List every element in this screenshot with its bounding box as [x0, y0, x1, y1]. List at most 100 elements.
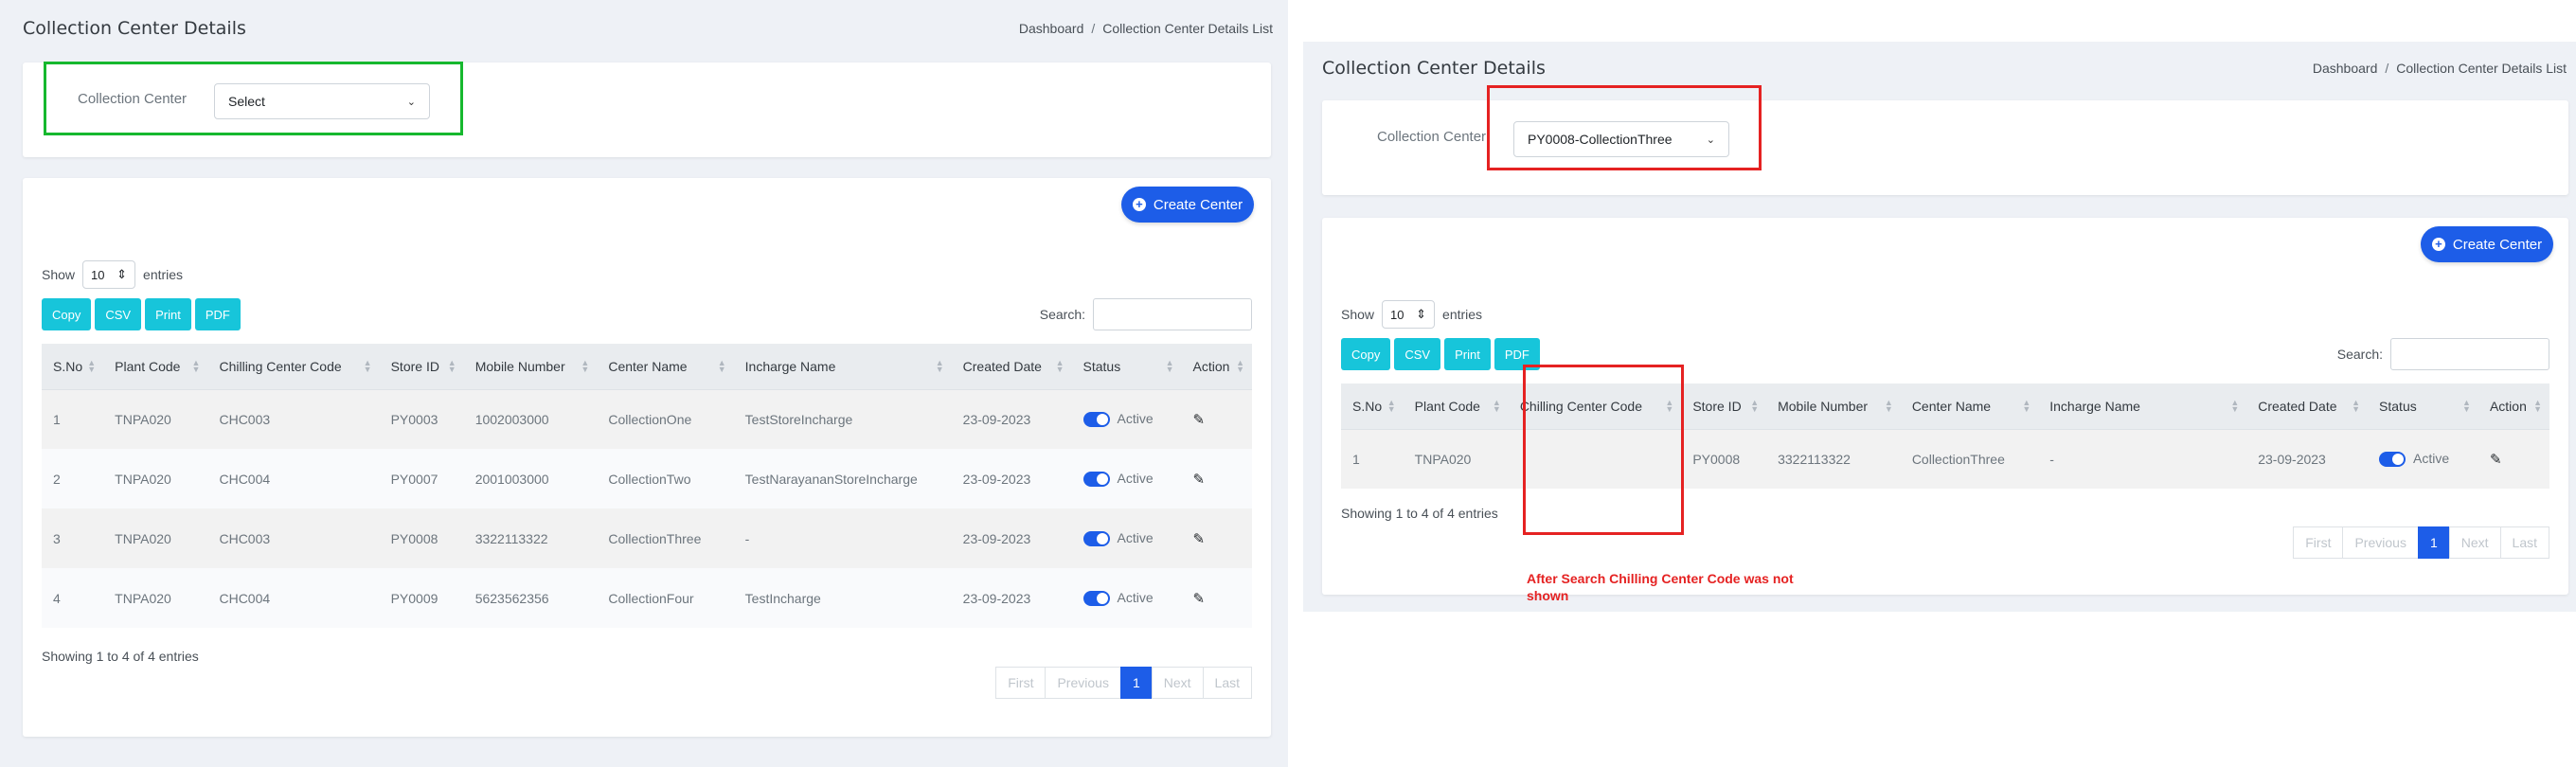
cell-action: ✎ [1181, 568, 1252, 628]
breadcrumb-current: Collection Center Details List [1102, 21, 1273, 36]
cell-mobile-number: 1002003000 [463, 389, 598, 449]
page-title: Collection Center Details [23, 18, 246, 39]
column-header-mobile-number[interactable]: Mobile Number ▲ ▼ [1766, 384, 1901, 430]
sort-arrows-icon: ▲ ▼ [87, 357, 97, 374]
table-row: 4 TNPA020 CHC004 PY0009 5623562356 Colle… [42, 568, 1252, 628]
copy-button[interactable]: Copy [1341, 338, 1391, 370]
status-label: Active [1117, 470, 1154, 486]
cell-incharge-name: - [733, 508, 952, 568]
sort-arrows-icon: ▲ ▼ [581, 357, 590, 374]
page-length-select[interactable]: 10 ⇕ [82, 260, 136, 289]
sort-arrows-icon: ▲ ▼ [1055, 357, 1064, 374]
sort-arrows-icon: ▲ ▼ [2462, 397, 2471, 414]
column-header-status[interactable]: Status ▲ ▼ [1071, 344, 1182, 390]
pencil-icon[interactable]: ✎ [1193, 472, 1206, 488]
breadcrumb-current: Collection Center Details List [2396, 61, 2567, 76]
table-info: Showing 1 to 4 of 4 entries [42, 649, 199, 664]
breadcrumb: Dashboard / Collection Center Details List [1018, 21, 1273, 36]
cell-mobile-number: 5623562356 [463, 568, 598, 628]
page-length-select[interactable]: 10 ⇕ [1382, 300, 1436, 329]
breadcrumb-dashboard-link[interactable]: Dashboard [2313, 61, 2378, 76]
pager-previous[interactable]: Previous [1045, 667, 1121, 699]
sort-arrows-icon: ▲ ▼ [363, 357, 372, 374]
status-label: Active [1117, 529, 1154, 545]
column-header-mobile-number[interactable]: Mobile Number ▲ ▼ [463, 344, 598, 390]
column-header-incharge-name[interactable]: Incharge Name ▲ ▼ [733, 344, 952, 390]
collection-center-label: Collection Center [1377, 129, 1487, 145]
cell-center-name: CollectionThree [597, 508, 734, 568]
cell-incharge-name: - [2038, 429, 2247, 489]
column-header-sno[interactable]: S.No ▲ ▼ [42, 344, 104, 390]
search-input[interactable] [2390, 338, 2549, 370]
cell-store-id: PY0008 [379, 508, 464, 568]
sort-arrows-icon: ▲ ▼ [935, 357, 944, 374]
column-header-action[interactable]: Action ▲ ▼ [2478, 384, 2549, 430]
cell-mobile-number: 3322113322 [463, 508, 598, 568]
cell-store-id: PY0003 [379, 389, 464, 449]
pager-next[interactable]: Next [1151, 667, 1204, 699]
pencil-icon[interactable]: ✎ [2490, 452, 2502, 468]
column-header-created-date[interactable]: Created Date ▲ ▼ [951, 344, 1072, 390]
pager-previous[interactable]: Previous [2342, 526, 2419, 559]
page-title: Collection Center Details [1322, 58, 1546, 79]
status-label: Active [1117, 589, 1154, 605]
column-header-action[interactable]: Action ▲ ▼ [1181, 344, 1252, 390]
create-center-button[interactable]: + Create Center [2421, 226, 2553, 262]
copy-button[interactable]: Copy [42, 298, 92, 330]
status-toggle[interactable] [1082, 591, 1110, 607]
status-toggle[interactable] [1082, 412, 1110, 428]
breadcrumb-dashboard-link[interactable]: Dashboard [1019, 21, 1084, 36]
cell-chilling-center-code: CHC004 [207, 449, 380, 508]
print-button[interactable]: Print [1444, 338, 1491, 370]
cell-action: ✎ [2478, 429, 2549, 489]
pager-last[interactable]: Last [2499, 526, 2549, 559]
pencil-icon[interactable]: ✎ [1193, 591, 1206, 607]
page-length-control: Show 10 ⇕ entries [42, 260, 183, 289]
column-header-plant-code[interactable]: Plant Code ▲ ▼ [103, 344, 208, 390]
pdf-button[interactable]: PDF [194, 298, 241, 330]
cell-sno: 1 [1341, 429, 1404, 489]
status-toggle[interactable] [2379, 452, 2406, 468]
cell-chilling-center-code: CHC003 [207, 508, 380, 568]
csv-button[interactable]: CSV [1394, 338, 1441, 370]
green-highlight-box [44, 62, 463, 135]
pager-page-1[interactable]: 1 [2417, 526, 2450, 559]
plus-circle-icon: + [1132, 198, 1146, 211]
column-header-store-id[interactable]: Store ID ▲ ▼ [379, 344, 464, 390]
pager-page-1[interactable]: 1 [1119, 667, 1153, 699]
status-label: Active [2413, 451, 2450, 467]
column-header-chilling-center-code[interactable]: Chilling Center Code ▲ ▼ [207, 344, 380, 390]
column-header-sno[interactable]: S.No ▲ ▼ [1341, 384, 1404, 430]
table-card: + Create Center Show 10 ⇕ entries Copy CS… [1322, 218, 2568, 595]
column-header-center-name[interactable]: Center Name ▲ ▼ [1900, 384, 2039, 430]
search-input[interactable] [1093, 298, 1252, 330]
pager-first[interactable]: First [2293, 526, 2344, 559]
column-header-status[interactable]: Status ▲ ▼ [2368, 384, 2478, 430]
sort-arrows-icon: ▲ ▼ [1165, 357, 1174, 374]
cell-plant-code: TNPA020 [103, 508, 208, 568]
cell-created-date: 23-09-2023 [951, 449, 1072, 508]
column-header-store-id[interactable]: Store ID ▲ ▼ [1681, 384, 1767, 430]
cell-mobile-number: 2001003000 [463, 449, 598, 508]
pager-next[interactable]: Next [2448, 526, 2501, 559]
column-header-incharge-name[interactable]: Incharge Name ▲ ▼ [2038, 384, 2247, 430]
pager-last[interactable]: Last [1202, 667, 1252, 699]
pencil-icon[interactable]: ✎ [1193, 412, 1206, 428]
column-header-plant-code[interactable]: Plant Code ▲ ▼ [1403, 384, 1509, 430]
print-button[interactable]: Print [145, 298, 191, 330]
csv-button[interactable]: CSV [95, 298, 142, 330]
create-center-button[interactable]: + Create Center [1121, 187, 1254, 223]
pencil-icon[interactable]: ✎ [1193, 531, 1206, 547]
cell-plant-code: TNPA020 [103, 568, 208, 628]
table-row: 2 TNPA020 CHC004 PY0007 2001003000 Colle… [42, 449, 1252, 508]
status-toggle[interactable] [1082, 472, 1110, 488]
collection-center-table: S.No ▲ ▼ Plant Code ▲ ▼ Chilling Center Code… [42, 344, 1252, 628]
column-header-center-name[interactable]: Center Name ▲ ▼ [597, 344, 734, 390]
status-toggle[interactable] [1082, 531, 1110, 547]
pagination: First Previous 1 Next Last [995, 667, 1252, 699]
column-header-created-date[interactable]: Created Date ▲ ▼ [2246, 384, 2369, 430]
cell-chilling-center-code: CHC004 [207, 568, 380, 628]
cell-center-name: CollectionThree [1900, 429, 2039, 489]
pager-first[interactable]: First [995, 667, 1046, 699]
sort-arrows-icon: ▲ ▼ [2230, 397, 2240, 414]
